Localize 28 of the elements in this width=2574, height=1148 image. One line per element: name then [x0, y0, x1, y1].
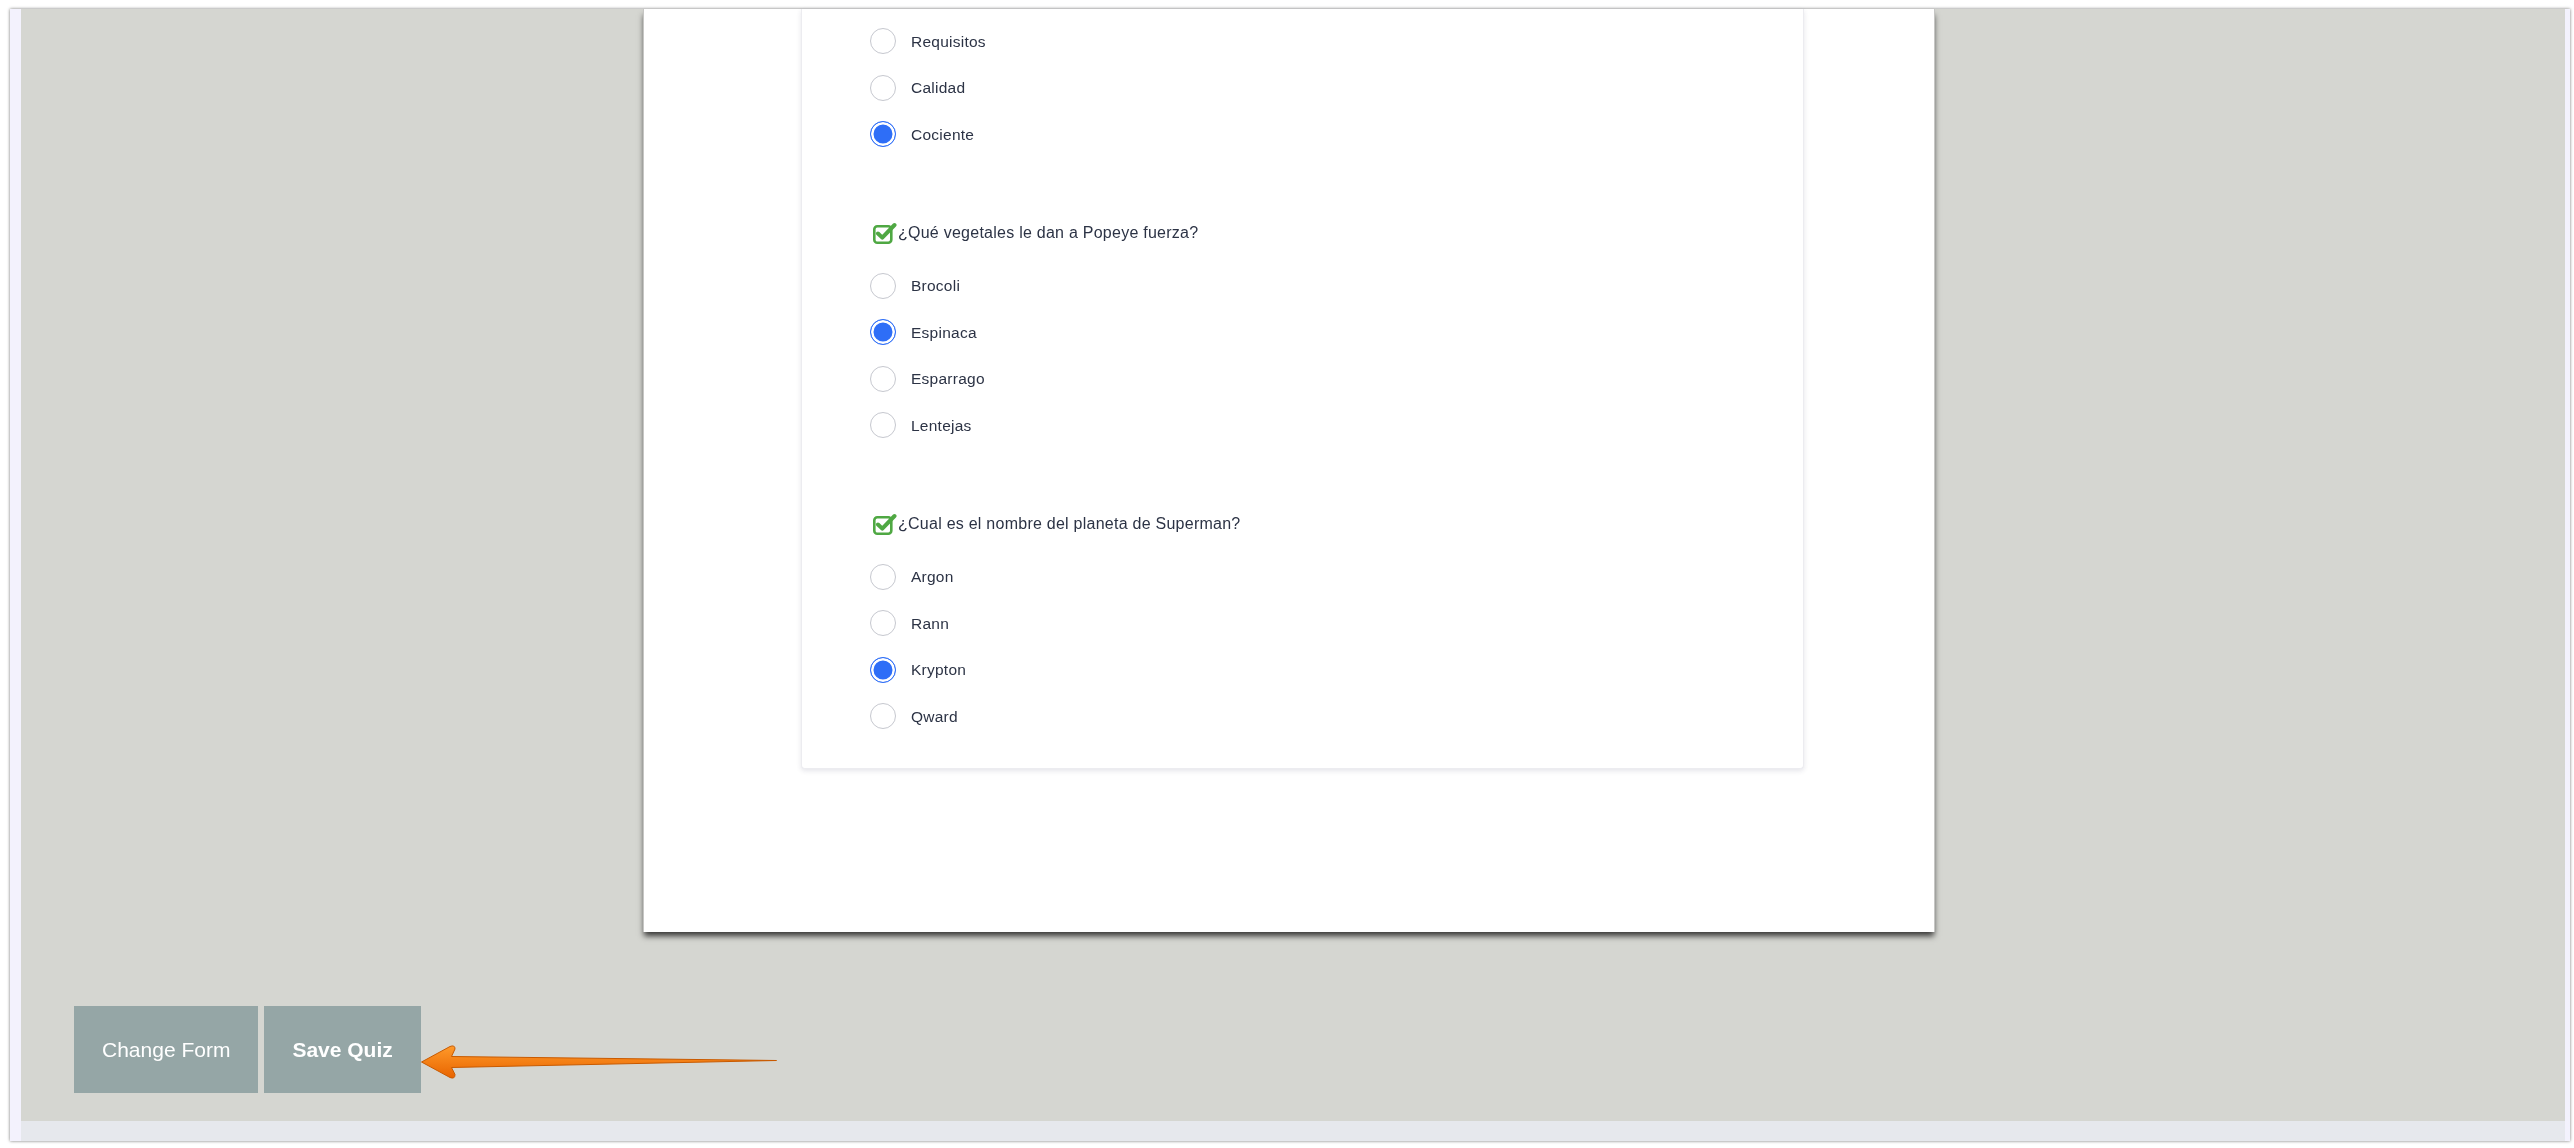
question-text: ¿Qué vegetales le dan a Popeye fuerza?	[898, 222, 1199, 243]
radio-button[interactable]	[870, 610, 896, 637]
option-label: Cociente	[911, 124, 975, 145]
radio-button[interactable]	[870, 28, 896, 55]
option-label: Requisitos	[911, 31, 986, 52]
action-button[interactable]: Save Quiz	[264, 1006, 421, 1093]
radio-button[interactable]	[870, 272, 896, 299]
action-button[interactable]: Change Form	[74, 1006, 259, 1093]
radio-button[interactable]	[870, 412, 896, 439]
option-label: Calidad	[911, 78, 966, 99]
option-label: Krypton	[911, 660, 967, 681]
check-square-icon	[873, 221, 897, 244]
option-label: Esparrago	[911, 369, 985, 390]
radio-button[interactable]	[870, 656, 896, 683]
option-label: Argon	[911, 567, 954, 588]
radio-button[interactable]	[870, 74, 896, 101]
radio-button[interactable]	[870, 365, 896, 392]
option-label: Brocoli	[911, 276, 961, 297]
option-label: Qward	[911, 706, 958, 727]
radio-button[interactable]	[870, 319, 896, 346]
option-label: Rann	[911, 613, 950, 634]
option-label: Espinaca	[911, 322, 977, 343]
radio-button[interactable]	[870, 703, 896, 730]
check-square-icon	[873, 512, 897, 535]
radio-button[interactable]	[870, 563, 896, 590]
question-text: ¿Cual es el nombre del planeta de Superman?	[898, 513, 1241, 534]
option-label: Lentejas	[911, 415, 972, 436]
radio-button[interactable]	[870, 121, 896, 148]
